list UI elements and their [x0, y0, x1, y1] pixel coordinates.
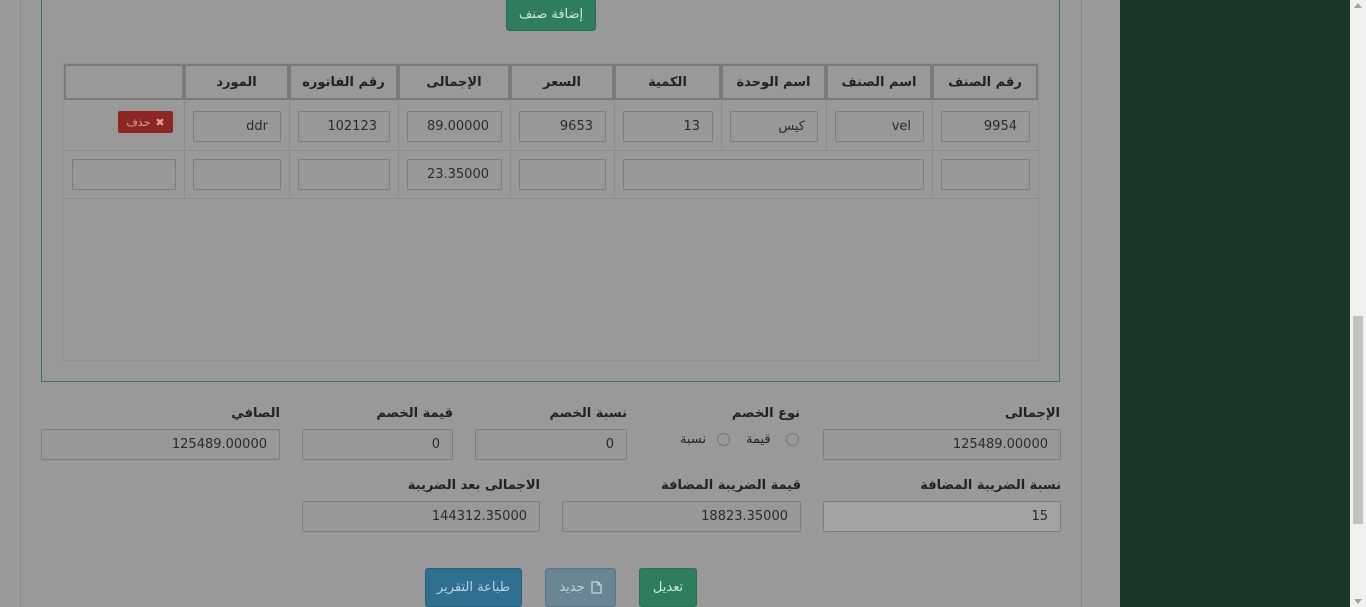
- col-divider: [826, 100, 827, 150]
- col-divider: [721, 100, 722, 150]
- header-total: الإجمالى: [398, 64, 510, 100]
- discount-rate-label: نسبة الخصم: [549, 406, 627, 421]
- header-item-no: رقم الصنف: [932, 64, 1038, 100]
- col-divider: [932, 100, 933, 198]
- items-table: [62, 63, 1039, 361]
- header-item-name: اسم الصنف: [826, 64, 932, 100]
- col-divider: [184, 100, 185, 198]
- discount-type-percent-radio[interactable]: [717, 433, 730, 446]
- file-icon: [591, 581, 602, 594]
- delete-label: حذف: [126, 115, 151, 129]
- new-label: جديد: [559, 580, 585, 595]
- price-input-new[interactable]: [519, 159, 606, 190]
- header-quantity: الكمية: [614, 64, 721, 100]
- new-button[interactable]: جديد: [545, 568, 616, 607]
- col-divider: [289, 100, 290, 198]
- row-divider: [63, 150, 1038, 151]
- row-divider: [63, 198, 1038, 199]
- item-select-new[interactable]: [623, 159, 924, 190]
- sidebar: [1120, 0, 1350, 607]
- net-field[interactable]: 125489.00000: [41, 429, 280, 460]
- scrollbar-thumb[interactable]: [1353, 316, 1363, 524]
- vat-rate-label: نسبة الضريبة المضافة: [920, 478, 1061, 493]
- col-divider: [398, 100, 399, 198]
- print-report-button[interactable]: طباعة التقرير: [425, 568, 522, 607]
- price-input[interactable]: 9653: [519, 111, 606, 142]
- total-field[interactable]: 125489.00000: [823, 429, 1061, 460]
- total-label: الإجمالى: [1004, 406, 1060, 421]
- total-after-tax-field[interactable]: 144312.35000: [302, 501, 540, 532]
- scroll-up-icon[interactable]: [1354, 3, 1362, 8]
- header-price: السعر: [510, 64, 614, 100]
- total-input-new[interactable]: 23.35000: [407, 159, 502, 190]
- close-icon: ✖: [155, 115, 165, 129]
- discount-type-value-radio[interactable]: [786, 433, 799, 446]
- invoice-no-input-new[interactable]: [298, 159, 390, 190]
- vat-value-label: قيمة الضريبة المضافة: [661, 478, 801, 493]
- item-no-input[interactable]: 9954: [941, 111, 1030, 142]
- content-border-left: [20, 0, 21, 607]
- vat-value-field[interactable]: 18823.35000: [562, 501, 801, 532]
- header-unit-name: اسم الوحدة: [721, 64, 826, 100]
- scrollbar[interactable]: [1350, 0, 1366, 607]
- vat-rate-field[interactable]: 15: [823, 501, 1061, 532]
- total-input[interactable]: 89.00000: [407, 111, 502, 142]
- header-invoice-no: رقم الفاتوره: [289, 64, 398, 100]
- header-actions: [64, 64, 184, 100]
- delete-button[interactable]: حذف ✖: [118, 111, 173, 133]
- discount-rate-field[interactable]: 0: [475, 429, 627, 460]
- col-divider: [510, 100, 511, 198]
- scroll-down-icon[interactable]: [1354, 599, 1362, 604]
- discount-value-field[interactable]: 0: [302, 429, 453, 460]
- extra-input-new[interactable]: [72, 159, 176, 190]
- content-border-right: [1081, 0, 1082, 607]
- discount-type-value-label: قيمة: [746, 432, 771, 447]
- edit-button[interactable]: تعديل: [639, 568, 697, 607]
- quantity-input[interactable]: 13: [623, 111, 713, 142]
- discount-value-label: قيمة الخصم: [376, 406, 453, 421]
- discount-type-percent-label: نسبة: [680, 432, 707, 447]
- total-after-tax-label: الاجمالى بعد الضريبة: [407, 478, 540, 493]
- item-name-input[interactable]: vel: [835, 111, 924, 142]
- supplier-input[interactable]: ddr: [193, 111, 281, 142]
- header-supplier: المورد: [184, 64, 289, 100]
- col-divider: [614, 100, 615, 198]
- net-label: الصافي: [231, 406, 280, 421]
- discount-type-label: نوع الخصم: [731, 406, 800, 421]
- item-no-input-new[interactable]: [941, 159, 1030, 190]
- invoice-no-input[interactable]: 102123: [298, 111, 390, 142]
- supplier-input-new[interactable]: [193, 159, 281, 190]
- unit-name-input[interactable]: كيس: [730, 111, 818, 142]
